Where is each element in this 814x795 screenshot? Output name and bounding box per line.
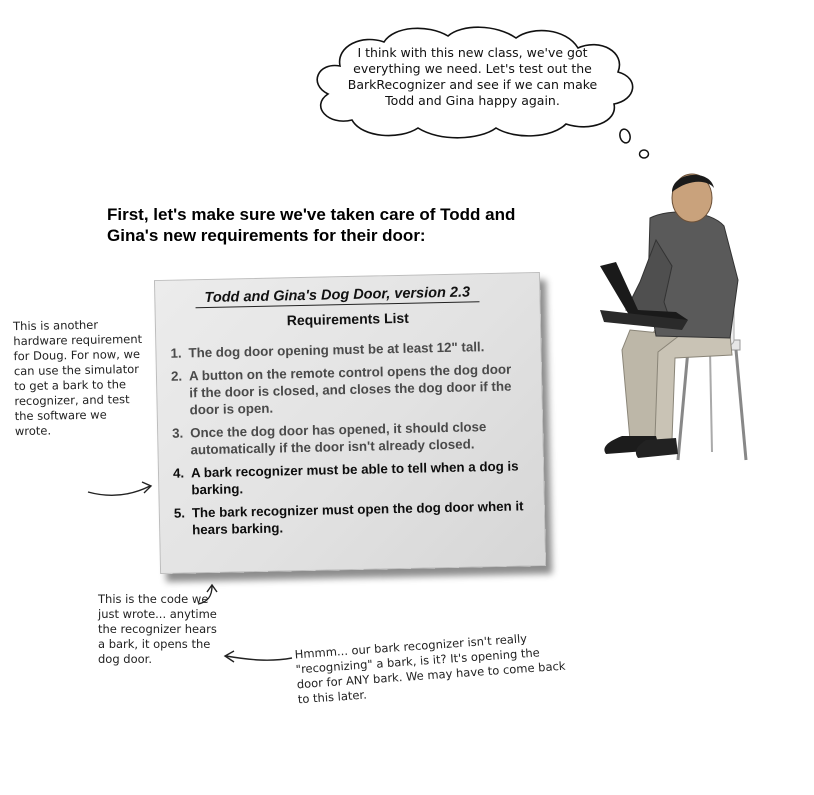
requirement-number: 4. bbox=[172, 465, 185, 481]
requirements-card: Todd and Gina's Dog Door, version 2.3 Re… bbox=[153, 271, 547, 575]
requirements-card-subtitle: Requirements List bbox=[286, 309, 410, 329]
requirements-card-title: Todd and Gina's Dog Door, version 2.3 bbox=[195, 284, 480, 309]
requirement-text: The bark recognizer must open the dog do… bbox=[191, 498, 524, 538]
requirements-list: 1. The dog door opening must be at least… bbox=[170, 337, 524, 544]
arrow-to-code-note bbox=[225, 655, 293, 661]
requirement-item: 5. The bark recognizer must open the dog… bbox=[174, 497, 525, 538]
requirement-text: A button on the remote control opens the… bbox=[188, 361, 512, 418]
hardware-note: This is another hardware requirement for… bbox=[12, 317, 143, 439]
requirement-number: 3. bbox=[172, 425, 184, 441]
thought-bubble-text: I think with this new class, we've got e… bbox=[347, 45, 598, 108]
requirement-item: 3. Once the dog door has opened, it shou… bbox=[172, 417, 523, 458]
requirement-text: The dog door opening must be at least 12… bbox=[188, 339, 485, 361]
requirement-number: 1. bbox=[170, 345, 182, 361]
code-note: This is the code we just wrote... anytim… bbox=[98, 592, 217, 666]
section-heading: First, let's make sure we've taken care … bbox=[107, 205, 516, 245]
requirement-item: 2. A button on the remote control opens … bbox=[171, 360, 522, 418]
arrow-to-requirement-4 bbox=[87, 485, 151, 497]
requirement-item: 1. The dog door opening must be at least… bbox=[170, 337, 520, 361]
requirement-text: Once the dog door has opened, it should … bbox=[190, 419, 487, 458]
requirement-text: A bark recognizer must be able to tell w… bbox=[190, 458, 519, 498]
requirement-number: 2. bbox=[170, 368, 183, 384]
recognizer-note: Hmmm... our bark recognizer isn't really… bbox=[294, 631, 566, 707]
requirement-number: 5. bbox=[173, 505, 186, 521]
person-with-laptop-image bbox=[600, 173, 748, 461]
requirement-item: 4. A bark recognizer must be able to tel… bbox=[173, 457, 524, 498]
